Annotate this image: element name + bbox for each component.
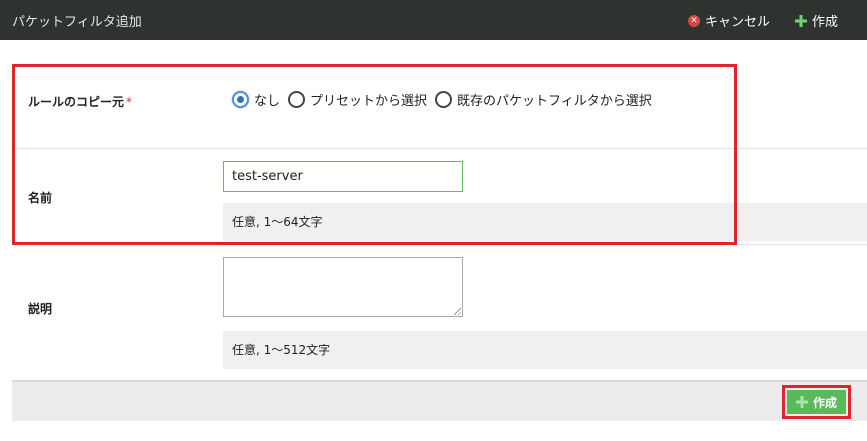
radio-circle[interactable] (232, 91, 249, 108)
description-textarea[interactable] (223, 257, 463, 317)
copy-source-radio-group: なし プリセットから選択 既存のパケットフィルタから選択 (232, 90, 660, 109)
radio-circle[interactable] (435, 91, 453, 108)
row-divider (12, 244, 867, 245)
top-bar: パケットフィルタ追加 ✕ キャンセル 作成 (0, 0, 867, 40)
radio-existing-filter-label: 既存のパケットフィルタから選択 (457, 94, 652, 109)
cancel-button-label: キャンセル (705, 15, 771, 30)
description-label: 説明 (28, 302, 53, 316)
name-input[interactable]: test-server (223, 161, 463, 192)
copy-source-label-text: ルールのコピー元 (28, 95, 125, 109)
radio-circle[interactable] (288, 91, 306, 108)
radio-preset[interactable]: プリセットから選択 (288, 90, 427, 109)
row-divider (12, 148, 867, 149)
form-footer (12, 380, 867, 421)
required-mark: * (126, 95, 133, 109)
description-hint: 任意, 1〜512文字 (223, 331, 867, 369)
create-button-footer[interactable]: 作成 (787, 390, 846, 414)
plus-icon (795, 396, 808, 408)
name-label: 名前 (28, 191, 53, 205)
resize-grip-icon[interactable] (454, 308, 461, 315)
radio-existing-filter[interactable]: 既存のパケットフィルタから選択 (435, 90, 652, 109)
radio-none[interactable]: なし (232, 90, 280, 109)
cancel-button[interactable]: ✕ キャンセル (688, 11, 770, 30)
page-title: パケットフィルタ追加 (12, 15, 142, 30)
plus-icon (795, 14, 807, 27)
copy-source-label: ルールのコピー元 * (28, 93, 132, 110)
radio-none-label: なし (254, 94, 281, 109)
create-button-footer-label: 作成 (812, 395, 837, 410)
create-button-header[interactable]: 作成 (795, 11, 838, 30)
close-circle-icon: ✕ (688, 14, 700, 27)
create-button-label: 作成 (812, 15, 839, 30)
name-hint: 任意, 1〜64文字 (223, 203, 867, 241)
radio-preset-label: プリセットから選択 (310, 94, 428, 109)
